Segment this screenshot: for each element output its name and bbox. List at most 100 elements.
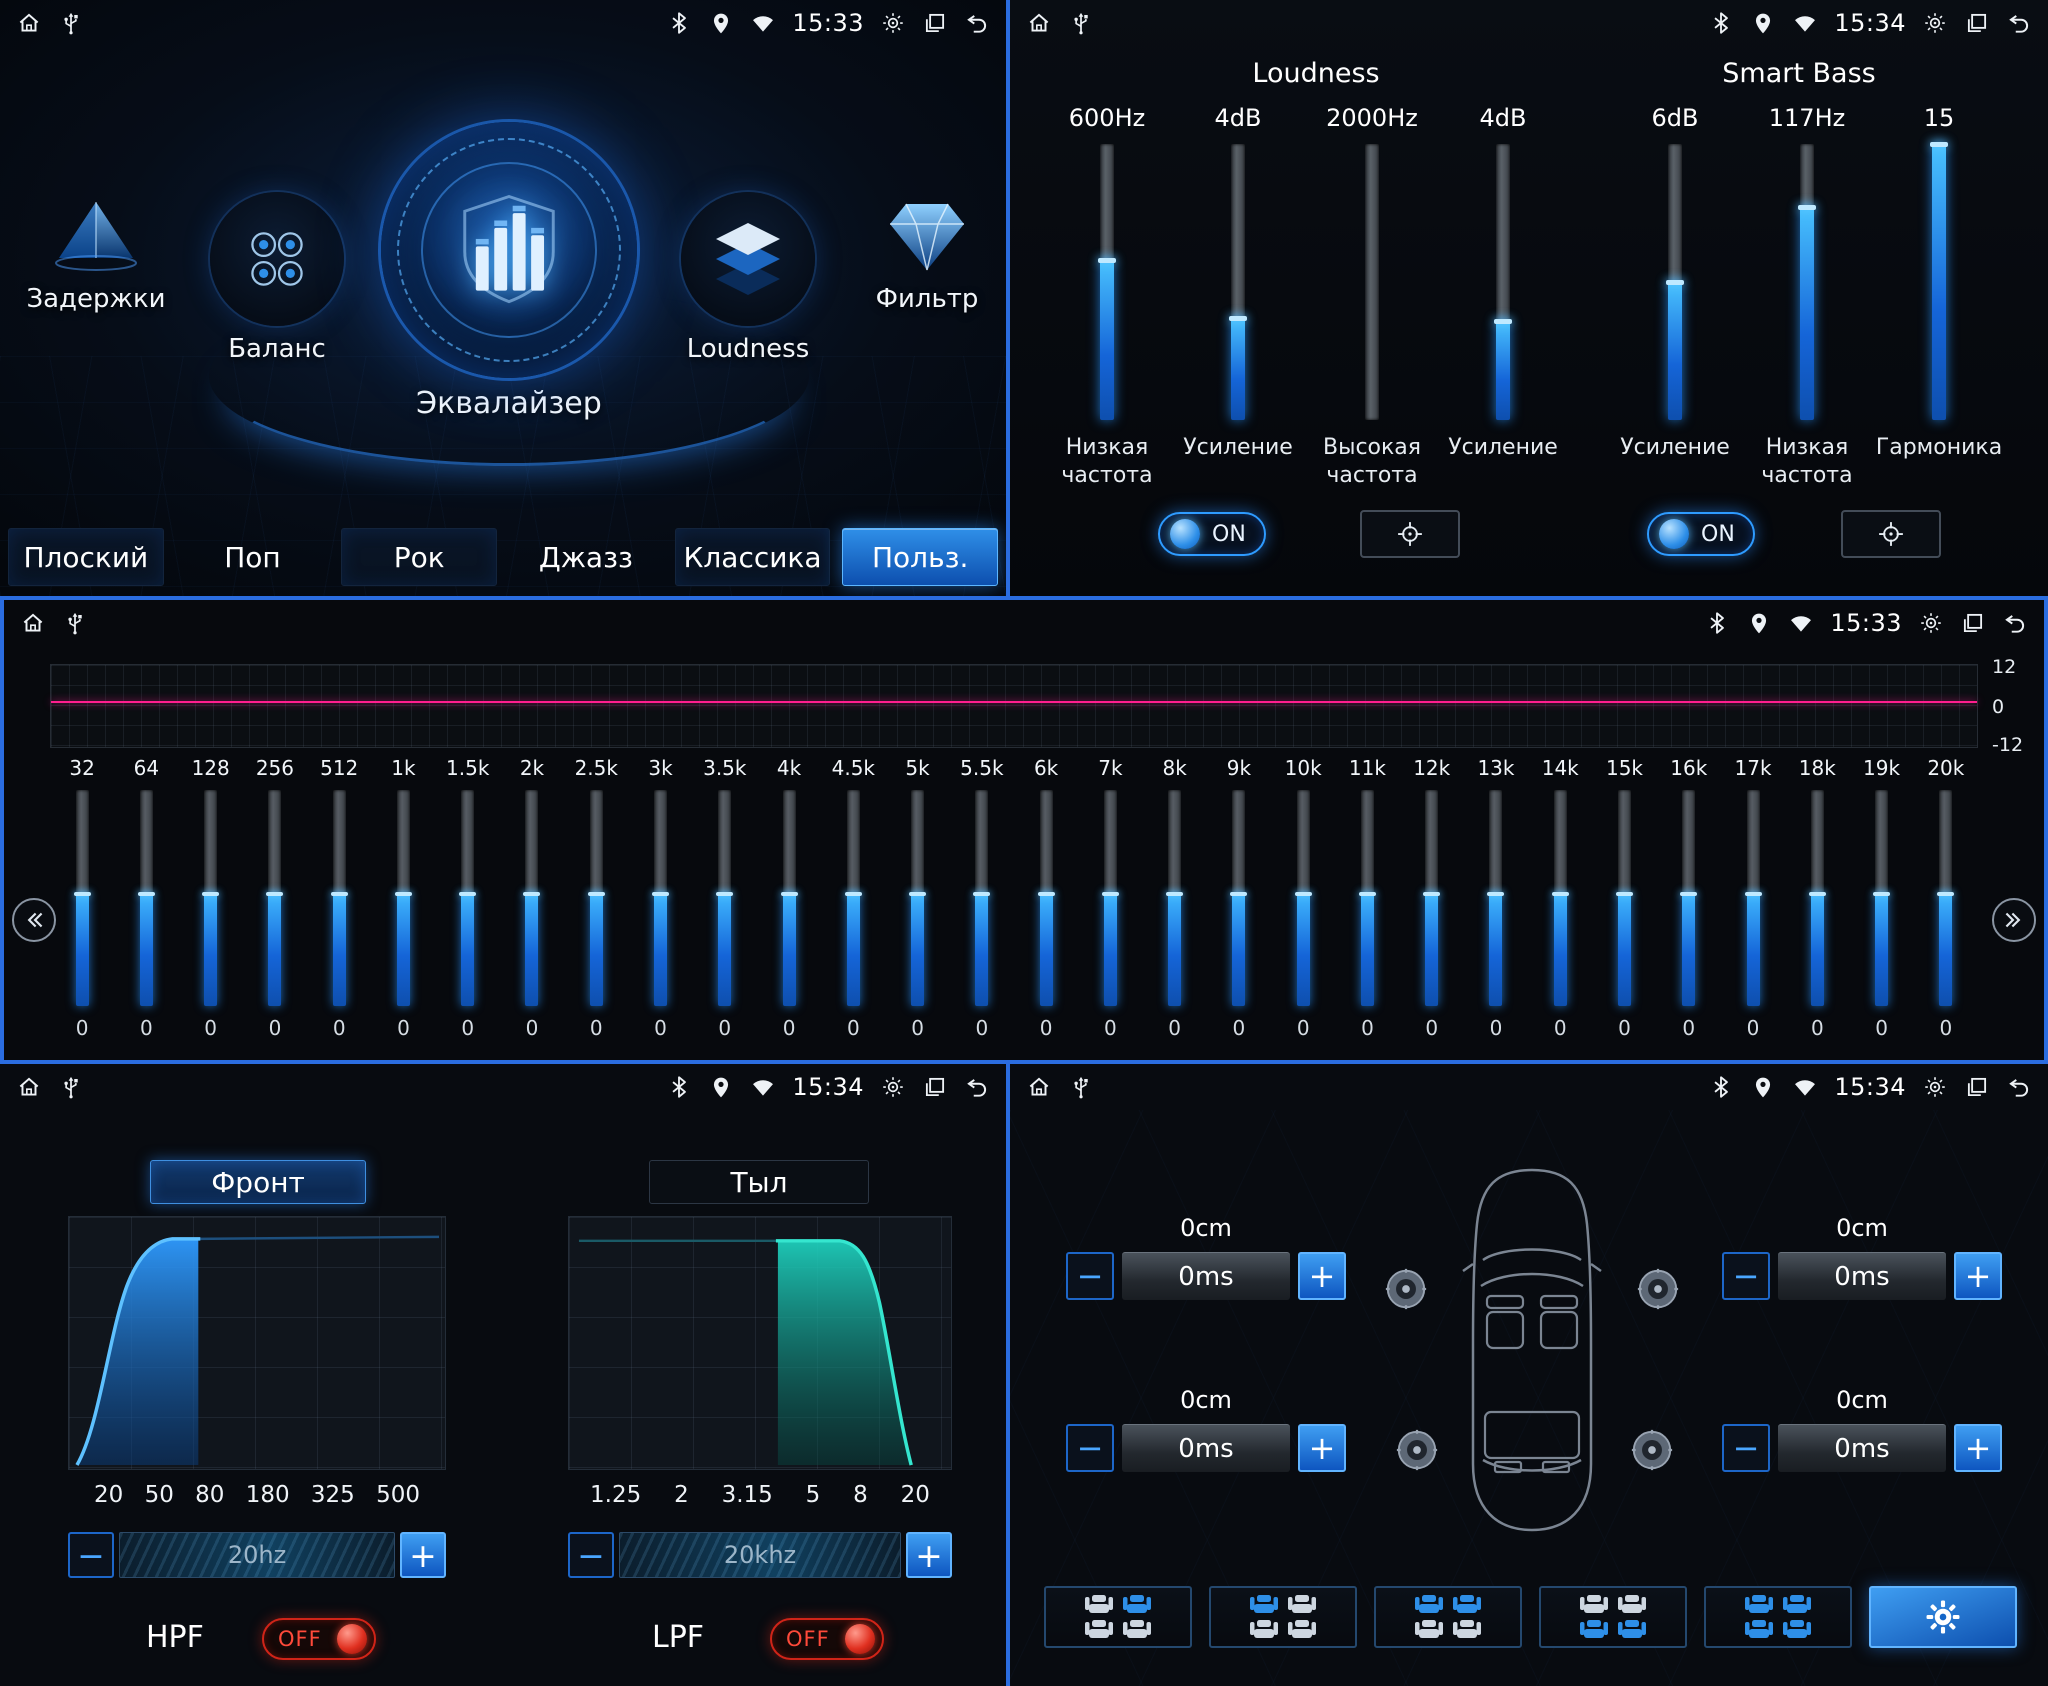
eq-band-2k[interactable]: 2k0 [500, 756, 564, 1054]
brightness-icon[interactable] [880, 1074, 906, 1100]
back-icon[interactable] [2002, 610, 2028, 636]
menu-item-balance[interactable]: Баланс [177, 192, 377, 364]
loudness-slider-3[interactable]: 2000HzВысокая частота [1297, 104, 1447, 489]
back-icon[interactable] [964, 1074, 990, 1100]
settings-button[interactable] [1869, 1586, 2017, 1648]
recents-icon[interactable] [922, 10, 948, 36]
loudness-slider-2[interactable]: 4dBУсиление [1163, 104, 1313, 462]
band-slider[interactable] [911, 790, 924, 1006]
hpf-slider-track[interactable]: 20hz [119, 1532, 395, 1578]
eq-band-5.5k[interactable]: 5.5k0 [950, 756, 1014, 1054]
eq-band-32[interactable]: 320 [50, 756, 114, 1054]
delay-plus-button[interactable]: + [1298, 1424, 1346, 1472]
loudness-target-button[interactable] [1360, 510, 1460, 558]
slider-track[interactable] [1231, 144, 1245, 420]
lpf-off-toggle[interactable]: OFF [770, 1618, 884, 1660]
eq-band-18k[interactable]: 18k0 [1785, 756, 1849, 1054]
next-page-button[interactable] [1992, 898, 2036, 942]
slider-track[interactable] [1100, 144, 1114, 420]
menu-item-filter[interactable]: Фильтр [837, 196, 1010, 314]
preset-button-5[interactable]: Классика [675, 528, 831, 586]
eq-band-11k[interactable]: 11k0 [1335, 756, 1399, 1054]
home-icon[interactable] [16, 1074, 42, 1100]
band-slider[interactable] [204, 790, 217, 1006]
band-slider[interactable] [1297, 790, 1310, 1006]
menu-item-loudness[interactable]: Loudness [648, 192, 848, 364]
slider-track[interactable] [1365, 144, 1379, 420]
band-slider[interactable] [76, 790, 89, 1006]
back-icon[interactable] [2006, 1074, 2032, 1100]
loudness-slider-4[interactable]: 4dBУсиление [1428, 104, 1578, 462]
home-icon[interactable] [16, 10, 42, 36]
band-slider[interactable] [847, 790, 860, 1006]
band-slider[interactable] [1040, 790, 1053, 1006]
brightness-icon[interactable] [1918, 610, 1944, 636]
home-icon[interactable] [20, 610, 46, 636]
hpf-minus-button[interactable]: − [68, 1532, 114, 1578]
back-icon[interactable] [964, 10, 990, 36]
listening-position-button-5[interactable] [1704, 1586, 1852, 1648]
delay-plus-button[interactable]: + [1954, 1252, 2002, 1300]
listening-position-button-2[interactable] [1209, 1586, 1357, 1648]
preset-button-3[interactable]: Рок [341, 528, 497, 586]
lpf-slider-track[interactable]: 20khz [619, 1532, 901, 1578]
eq-band-1k[interactable]: 1k0 [371, 756, 435, 1054]
band-slider[interactable] [1168, 790, 1181, 1006]
delay-minus-button[interactable]: − [1066, 1252, 1114, 1300]
tab-rear[interactable]: Тыл [649, 1160, 869, 1204]
band-slider[interactable] [975, 790, 988, 1006]
band-slider[interactable] [1489, 790, 1502, 1006]
slider-track[interactable] [1668, 144, 1682, 420]
band-slider[interactable] [140, 790, 153, 1006]
home-icon[interactable] [1026, 1074, 1052, 1100]
eq-band-16k[interactable]: 16k0 [1657, 756, 1721, 1054]
eq-band-256[interactable]: 2560 [243, 756, 307, 1054]
menu-item-delays[interactable]: Задержки [6, 196, 186, 314]
eq-band-20k[interactable]: 20k0 [1914, 756, 1978, 1054]
band-slider[interactable] [333, 790, 346, 1006]
band-slider[interactable] [783, 790, 796, 1006]
band-slider[interactable] [654, 790, 667, 1006]
band-slider[interactable] [397, 790, 410, 1006]
listening-position-button-3[interactable] [1374, 1586, 1522, 1648]
band-slider[interactable] [1875, 790, 1888, 1006]
brightness-icon[interactable] [1922, 1074, 1948, 1100]
lpf-plus-button[interactable]: + [906, 1532, 952, 1578]
band-slider[interactable] [1747, 790, 1760, 1006]
eq-band-19k[interactable]: 19k0 [1849, 756, 1913, 1054]
menu-item-equalizer[interactable]: Эквалайзер [373, 122, 645, 421]
band-slider[interactable] [1361, 790, 1374, 1006]
listening-position-button-4[interactable] [1539, 1586, 1687, 1648]
hpf-off-toggle[interactable]: OFF [262, 1618, 376, 1660]
smartbass-target-button[interactable] [1841, 510, 1941, 558]
loudness-slider-5[interactable]: 6dBУсиление [1600, 104, 1750, 462]
band-slider[interactable] [1232, 790, 1245, 1006]
preset-button-6[interactable]: Польз. [842, 528, 998, 586]
smartbass-on-toggle[interactable]: ON [1647, 512, 1755, 556]
band-slider[interactable] [1811, 790, 1824, 1006]
recents-icon[interactable] [922, 1074, 948, 1100]
band-slider[interactable] [268, 790, 281, 1006]
eq-band-128[interactable]: 1280 [179, 756, 243, 1054]
eq-band-5k[interactable]: 5k0 [885, 756, 949, 1054]
eq-band-15k[interactable]: 15k0 [1592, 756, 1656, 1054]
delay-plus-button[interactable]: + [1954, 1424, 2002, 1472]
band-slider[interactable] [718, 790, 731, 1006]
eq-band-4k[interactable]: 4k0 [757, 756, 821, 1054]
eq-band-6k[interactable]: 6k0 [1014, 756, 1078, 1054]
eq-band-4.5k[interactable]: 4.5k0 [821, 756, 885, 1054]
eq-band-512[interactable]: 5120 [307, 756, 371, 1054]
brightness-icon[interactable] [880, 10, 906, 36]
eq-band-7k[interactable]: 7k0 [1078, 756, 1142, 1054]
preset-button-1[interactable]: Плоский [8, 528, 164, 586]
eq-band-3k[interactable]: 3k0 [628, 756, 692, 1054]
loudness-slider-1[interactable]: 600HzНизкая частота [1032, 104, 1182, 489]
loudness-slider-6[interactable]: 117HzНизкая частота [1732, 104, 1882, 489]
band-slider[interactable] [461, 790, 474, 1006]
band-slider[interactable] [1939, 790, 1952, 1006]
eq-band-12k[interactable]: 12k0 [1400, 756, 1464, 1054]
band-slider[interactable] [1682, 790, 1695, 1006]
slider-track[interactable] [1932, 144, 1946, 420]
eq-band-8k[interactable]: 8k0 [1143, 756, 1207, 1054]
band-slider[interactable] [1618, 790, 1631, 1006]
